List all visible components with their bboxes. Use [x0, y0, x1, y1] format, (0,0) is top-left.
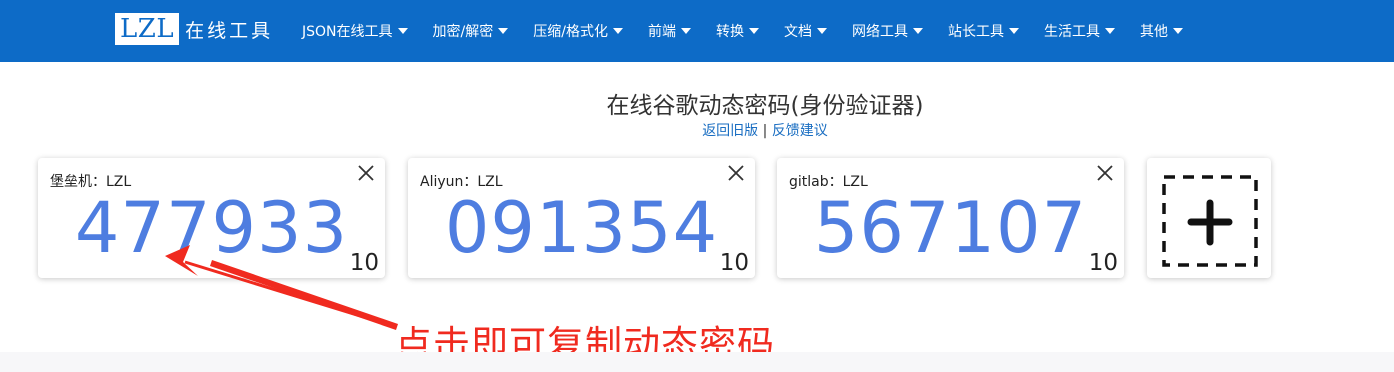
sub-links: 返回旧版 | 反馈建议 [0, 120, 1394, 140]
feedback-link[interactable]: 反馈建议 [772, 123, 828, 139]
otp-code[interactable]: 091354 [408, 188, 755, 268]
top-navbar: LZL 在线工具 JSON在线工具 加密/解密 压缩/格式化 前端 转换 文档 … [0, 0, 1394, 62]
caret-down-icon [680, 28, 691, 34]
caret-down-icon [816, 28, 827, 34]
nav-item-life[interactable]: 生活工具 [1044, 21, 1115, 41]
logo-box: LZL [115, 13, 180, 45]
otp-card[interactable]: 堡垒机：LZL 477933 10 [38, 158, 385, 278]
caret-down-icon [498, 28, 509, 34]
nav-item-network[interactable]: 网络工具 [852, 21, 923, 41]
caret-down-icon [748, 28, 759, 34]
footer-band [0, 352, 1394, 372]
site-logo[interactable]: LZL 在线工具 [115, 12, 273, 46]
close-icon[interactable] [725, 162, 747, 184]
plus-icon [1162, 175, 1258, 267]
countdown-timer: 10 [1088, 250, 1118, 276]
nav-menu: JSON在线工具 加密/解密 压缩/格式化 前端 转换 文档 网络工具 站长工具… [302, 0, 1208, 62]
caret-down-icon [612, 28, 623, 34]
link-separator: | [762, 123, 768, 139]
nav-item-frontend[interactable]: 前端 [648, 21, 691, 41]
nav-item-label: JSON在线工具 [302, 24, 393, 40]
otp-code[interactable]: 477933 [38, 188, 385, 268]
nav-item-label: 文档 [783, 24, 812, 40]
caret-down-icon [1008, 28, 1019, 34]
countdown-timer: 10 [349, 250, 379, 276]
nav-item-label: 转换 [715, 24, 744, 40]
close-icon[interactable] [1094, 162, 1116, 184]
caret-down-icon [1172, 28, 1183, 34]
nav-item-compress[interactable]: 压缩/格式化 [533, 21, 623, 41]
otp-card[interactable]: Aliyun：LZL 091354 10 [408, 158, 755, 278]
caret-down-icon [1104, 28, 1115, 34]
nav-item-label: 前端 [647, 24, 676, 40]
nav-item-encrypt[interactable]: 加密/解密 [433, 21, 509, 41]
nav-item-label: 压缩/格式化 [533, 24, 608, 40]
nav-item-label: 站长工具 [947, 24, 1004, 40]
nav-item-docs[interactable]: 文档 [784, 21, 827, 41]
caret-down-icon [397, 28, 408, 34]
nav-item-json[interactable]: JSON在线工具 [302, 21, 408, 41]
nav-item-label: 加密/解密 [432, 24, 494, 40]
nav-item-other[interactable]: 其他 [1140, 21, 1183, 41]
add-account-button[interactable] [1147, 158, 1271, 278]
nav-item-label: 网络工具 [851, 24, 908, 40]
old-version-link[interactable]: 返回旧版 [702, 123, 758, 139]
page-title: 在线谷歌动态密码(身份验证器) [606, 93, 924, 119]
nav-item-convert[interactable]: 转换 [716, 21, 759, 41]
logo-text: 在线工具 [185, 19, 274, 42]
close-icon[interactable] [355, 162, 377, 184]
countdown-timer: 10 [719, 250, 749, 276]
caret-down-icon [912, 28, 923, 34]
nav-item-label: 其他 [1139, 24, 1168, 40]
nav-item-label: 生活工具 [1043, 24, 1100, 40]
otp-card[interactable]: gitlab：LZL 567107 10 [777, 158, 1124, 278]
otp-code[interactable]: 567107 [777, 188, 1124, 268]
nav-item-webmaster[interactable]: 站长工具 [948, 21, 1019, 41]
